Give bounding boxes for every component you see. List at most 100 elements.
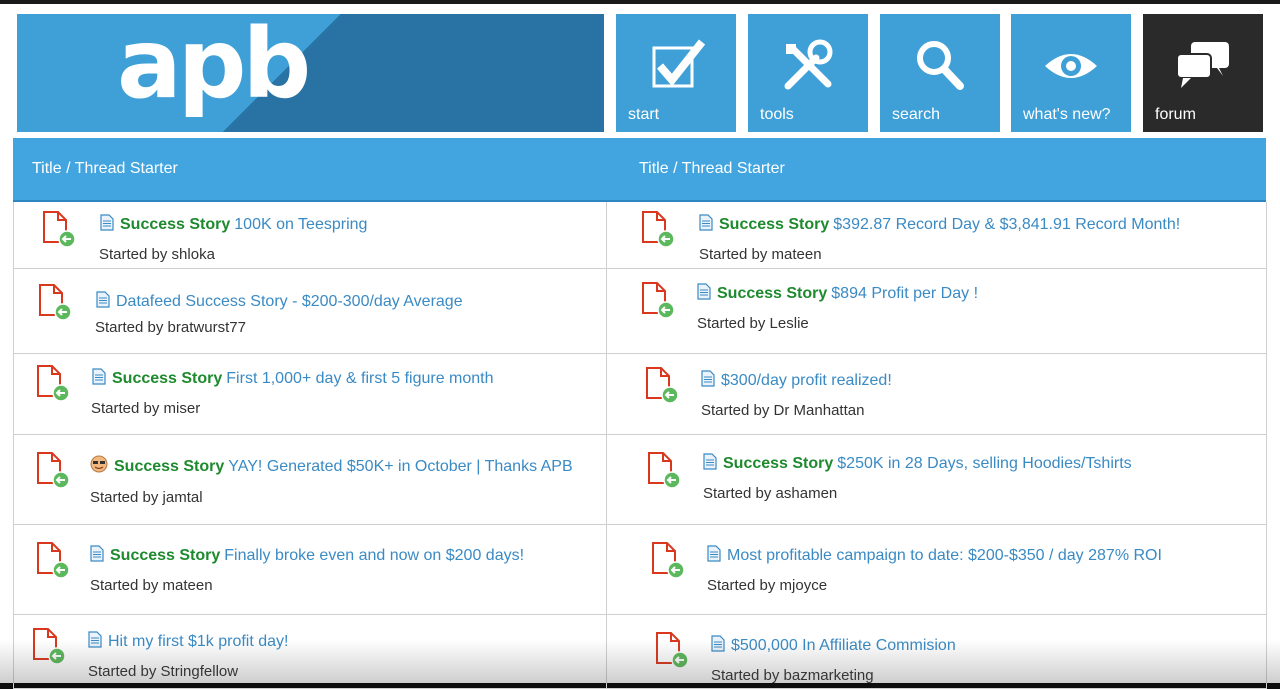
- thread-title-link[interactable]: Datafeed Success Story - $200-300/day Av…: [116, 293, 463, 310]
- starter-username[interactable]: shloka: [172, 246, 215, 263]
- nav-label-start: start: [628, 106, 660, 123]
- thread-title-link[interactable]: $392.87 Record Day & $3,841.91 Record Mo…: [833, 216, 1180, 233]
- starter-username[interactable]: bazmarketing: [784, 667, 874, 684]
- logo-text: apb: [117, 14, 311, 120]
- document-icon: [699, 214, 713, 236]
- starter-username[interactable]: jamtal: [163, 489, 203, 506]
- starter-username[interactable]: Dr Manhattan: [774, 402, 865, 419]
- document-icon: [697, 283, 711, 305]
- started-by-label: Started by: [88, 663, 157, 680]
- thread-starter: Started by Dr Manhattan: [701, 402, 864, 419]
- starter-username[interactable]: mjoyce: [780, 577, 828, 594]
- nav-tile-start[interactable]: start: [616, 14, 736, 132]
- document-icon: [88, 631, 102, 653]
- document-icon: [711, 635, 725, 657]
- thread-title-line: Success Story First 1,000+ day & first 5 …: [92, 368, 494, 390]
- thread-prefix[interactable]: Success Story: [723, 455, 833, 472]
- nav-tile-forum[interactable]: forum: [1143, 14, 1263, 132]
- starter-username[interactable]: bratwurst77: [168, 319, 246, 336]
- chat-bubbles-icon: [1176, 42, 1229, 88]
- thread-title-link[interactable]: $300/day profit realized!: [721, 372, 892, 389]
- thread-title-link[interactable]: $894 Profit per Day !: [831, 285, 978, 302]
- thread-list: Success Story 100K on Teespring Started by…: [13, 202, 1267, 689]
- started-by-label: Started by: [95, 319, 164, 336]
- thread-status-icon: [42, 210, 76, 248]
- thread-prefix[interactable]: Success Story: [717, 285, 827, 302]
- forum-page: apb start tools search what's new? forum…: [0, 0, 1280, 689]
- site-header: apb start tools search what's new? forum: [0, 4, 1280, 138]
- thread-title-line: Datafeed Success Story - $200-300/day Av…: [96, 291, 463, 313]
- thread-starter: Started by mateen: [90, 577, 213, 594]
- thread-prefix[interactable]: Success Story: [110, 547, 220, 564]
- thread-status-icon: [641, 281, 675, 319]
- thread-title-line: Success Story YAY! Generated $50K+ in Oct…: [90, 455, 573, 478]
- thread-prefix[interactable]: Success Story: [120, 216, 230, 233]
- started-by-label: Started by: [99, 246, 168, 263]
- thread-row: Success Story First 1,000+ day & first 5 …: [14, 354, 607, 435]
- thread-title-link[interactable]: $250K in 28 Days, selling Hoodies/Tshirt…: [837, 455, 1131, 472]
- thread-title-link[interactable]: Finally broke even and now on $200 days!: [224, 547, 524, 564]
- started-by-label: Started by: [699, 246, 768, 263]
- nav-tile-search[interactable]: search: [880, 14, 1000, 132]
- thread-starter: Started by mjoyce: [707, 577, 827, 594]
- nav-tile-tools[interactable]: tools: [748, 14, 868, 132]
- thread-table-header: Title / Thread Starter Title / Thread St…: [13, 138, 1266, 202]
- site-logo[interactable]: apb: [17, 14, 604, 132]
- starter-username[interactable]: ashamen: [776, 485, 838, 502]
- starter-username[interactable]: mateen: [772, 246, 822, 263]
- thread-title-line: Hit my first $1k profit day!: [88, 631, 289, 653]
- thread-status-icon: [38, 283, 72, 321]
- starter-username[interactable]: Stringfellow: [161, 663, 239, 680]
- document-icon: [703, 453, 717, 475]
- thread-starter: Started by Stringfellow: [88, 663, 238, 680]
- document-icon: [701, 370, 715, 392]
- thread-starter: Started by ashamen: [703, 485, 837, 502]
- thread-starter: Started by shloka: [99, 246, 215, 263]
- nav-label-forum: forum: [1155, 106, 1196, 123]
- thread-starter: Started by jamtal: [90, 489, 203, 506]
- started-by-label: Started by: [91, 400, 160, 417]
- thread-status-icon: [36, 451, 70, 489]
- thread-title-link[interactable]: YAY! Generated $50K+ in October | Thanks…: [228, 458, 572, 475]
- thread-starter: Started by bratwurst77: [95, 319, 246, 336]
- thread-starter: Started by Leslie: [697, 315, 809, 332]
- thread-prefix[interactable]: Success Story: [114, 458, 224, 475]
- thread-column-left: Success Story 100K on Teespring Started by…: [13, 202, 607, 689]
- starter-username[interactable]: miser: [164, 400, 201, 417]
- thread-starter: Started by bazmarketing: [711, 667, 874, 684]
- thread-title-line: Success Story 100K on Teespring: [100, 214, 367, 236]
- thread-starter: Started by mateen: [699, 246, 822, 263]
- started-by-label: Started by: [711, 667, 780, 684]
- thread-status-icon: [36, 541, 70, 579]
- thread-title-link[interactable]: First 1,000+ day & first 5 figure month: [226, 370, 493, 387]
- started-by-label: Started by: [707, 577, 776, 594]
- nav-label-whats-new: what's new?: [1023, 106, 1111, 123]
- starter-username[interactable]: Leslie: [770, 315, 809, 332]
- column-header-right: Title / Thread Starter: [639, 160, 785, 177]
- thread-prefix[interactable]: Success Story: [112, 370, 222, 387]
- thread-row: Success Story $250K in 28 Days, selling H…: [607, 435, 1266, 525]
- started-by-label: Started by: [697, 315, 766, 332]
- starter-username[interactable]: mateen: [163, 577, 213, 594]
- thread-title-link[interactable]: Hit my first $1k profit day!: [108, 633, 289, 650]
- thread-title-link[interactable]: $500,000 In Affiliate Commision: [731, 637, 956, 654]
- thread-row: Most profitable campaign to date: $200-$…: [607, 525, 1266, 615]
- thread-title-link[interactable]: Most profitable campaign to date: $200-$…: [727, 547, 1162, 564]
- column-header-left: Title / Thread Starter: [32, 160, 178, 177]
- nav-tile-whats-new[interactable]: what's new?: [1011, 14, 1131, 132]
- thread-row: Success Story $392.87 Record Day & $3,841…: [607, 202, 1266, 269]
- thread-row: Success Story 100K on Teespring Started by…: [14, 202, 607, 269]
- thread-row: Datafeed Success Story - $200-300/day Av…: [14, 269, 607, 354]
- document-icon: [90, 545, 104, 567]
- thread-prefix[interactable]: Success Story: [719, 216, 829, 233]
- thread-status-icon: [647, 451, 681, 489]
- thread-status-icon: [36, 364, 70, 402]
- thread-title-line: Success Story $894 Profit per Day !: [697, 283, 978, 305]
- checkbox-icon: [652, 39, 706, 88]
- thread-row: Hit my first $1k profit day! Started by S…: [14, 615, 607, 689]
- thread-title-link[interactable]: 100K on Teespring: [234, 216, 367, 233]
- thread-title-line: Success Story $250K in 28 Days, selling H…: [703, 453, 1132, 475]
- tools-icon: [784, 39, 833, 90]
- thread-status-icon: [32, 627, 66, 665]
- started-by-label: Started by: [701, 402, 770, 419]
